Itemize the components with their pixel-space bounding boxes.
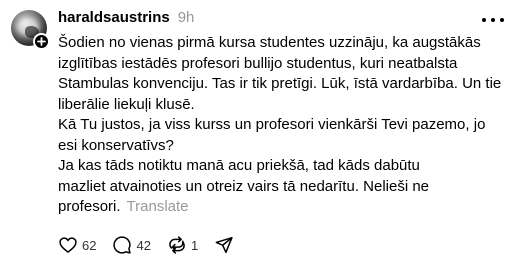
thread-post: haraldsaustrins 9h Šodien no vienas pirm… — [0, 0, 518, 263]
action-bar: 62 42 1 — [58, 234, 250, 256]
post-line: Stambulas konvenciju. Tas ir tik pretīgi… — [58, 75, 502, 92]
more-icon[interactable] — [482, 12, 504, 28]
like-count: 62 — [82, 237, 97, 253]
translate-link[interactable]: Translate — [127, 198, 189, 215]
post-line: Kā Tu justos, ja viss kurss un profesori… — [58, 116, 486, 133]
post-line: esi konservatīvs? — [58, 136, 174, 154]
send-icon — [215, 236, 233, 254]
post-line: Ja kas tāds notiktu manā acu priekšā, ta… — [58, 157, 420, 174]
comment-icon — [113, 236, 132, 254]
reply-count: 42 — [136, 237, 151, 253]
post-line: liberālie liekuļi klusē. — [58, 95, 195, 113]
post-line: Šodien no vienas pirmā kursa studentes u… — [58, 34, 481, 51]
plus-icon — [37, 37, 46, 46]
post-time[interactable]: 9h — [178, 9, 195, 26]
repost-icon — [169, 236, 185, 254]
reply-button[interactable]: 42 — [112, 235, 151, 255]
share-button[interactable] — [214, 235, 234, 255]
post-line: mazliet atvainoties un otreiz vairs tā n… — [58, 177, 430, 195]
heart-icon — [59, 237, 77, 253]
post-line: profesori. — [58, 198, 121, 215]
avatar-container[interactable] — [11, 10, 50, 50]
post-text: Šodien no vienas pirmā kursa studentes u… — [58, 33, 510, 218]
username[interactable]: haraldsaustrins — [58, 9, 170, 26]
post-header: haraldsaustrins 9h — [58, 9, 194, 29]
follow-button[interactable] — [33, 33, 50, 50]
like-button[interactable]: 62 — [58, 235, 96, 255]
repost-count: 1 — [190, 237, 199, 253]
post-line-last: profesori. Translate — [58, 197, 510, 218]
post-line: izglītības iestādēs profesori bullijo st… — [58, 54, 458, 72]
repost-button[interactable]: 1 — [167, 235, 198, 255]
